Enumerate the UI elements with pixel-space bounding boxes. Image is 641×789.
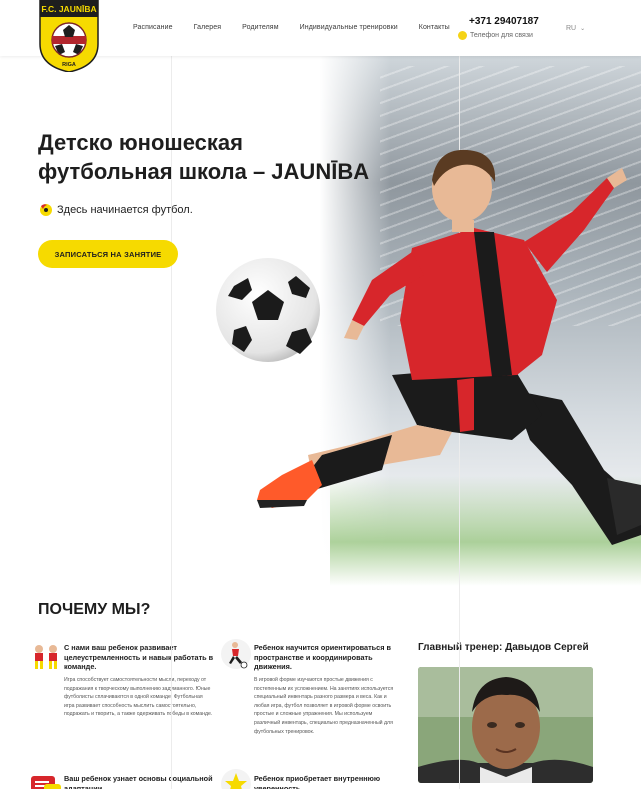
nav-individual-training[interactable]: Индивидуальные тренировки <box>300 24 398 31</box>
phone-number[interactable]: +371 29407187 <box>469 16 539 27</box>
why-us-title: ПОЧЕМУ МЫ? <box>38 601 151 618</box>
chat-icon <box>31 776 61 789</box>
hero-tagline-text: Здесь начинается футбол. <box>57 203 193 216</box>
nav-schedule[interactable]: Расписание <box>133 24 173 31</box>
feature-2-text: В игровой форме изучаются простые движен… <box>254 677 394 735</box>
coach-photo <box>418 667 593 783</box>
feature-1-text: Игра способствует самостоятельности мысл… <box>64 677 213 718</box>
hero-title-line-2: футбольная школа – JAUNĪBA <box>38 159 370 184</box>
phone-caption: Телефон для связи <box>458 31 533 40</box>
nav-parents[interactable]: Родителям <box>242 24 278 31</box>
feature-2-heading: Ребенок научится ориентироваться в прост… <box>254 643 391 671</box>
logo-bottom-text: RIGA <box>62 62 76 68</box>
language-selector[interactable]: RU ⌄ <box>566 25 585 32</box>
language-value: RU <box>566 25 577 32</box>
coach-title: Главный тренер: Давыдов Сергей <box>418 642 589 653</box>
chevron-down-icon: ⌄ <box>580 26 586 32</box>
running-player-icon <box>221 639 251 669</box>
star-icon <box>221 769 251 789</box>
nav-contacts[interactable]: Контакты <box>419 24 450 31</box>
feature-3-heading: Ваш ребенок узнает основы социальной ада… <box>64 774 213 789</box>
team-icon <box>35 645 57 669</box>
hero-title: Детско юношеская футбольная школа – JAUN… <box>38 128 369 186</box>
main-nav: Расписание Галерея Родителям Индивидуаль… <box>133 24 471 31</box>
ball-fire-icon <box>40 204 52 216</box>
feature-1-heading: С нами ваш ребенок развивает целеустремл… <box>64 643 214 671</box>
phone-icon <box>458 31 467 40</box>
phone-caption-text: Телефон для связи <box>470 32 533 39</box>
logo-top-text: F.C. JAUNĪBA <box>41 4 96 14</box>
nav-gallery[interactable]: Галерея <box>194 24 222 31</box>
soccer-ball-icon <box>216 258 320 362</box>
signup-button[interactable]: ЗАПИСАТЬСЯ НА ЗАНЯТИЕ <box>38 240 178 268</box>
hero-tagline: Здесь начинается футбол. <box>38 202 193 217</box>
feature-4-heading: Ребенок приобретает внутреннюю увереннос… <box>254 774 381 789</box>
club-logo[interactable]: F.C. JAUNĪBA RIGA <box>38 0 100 72</box>
hero-title-line-1: Детско юношеская <box>38 130 243 155</box>
